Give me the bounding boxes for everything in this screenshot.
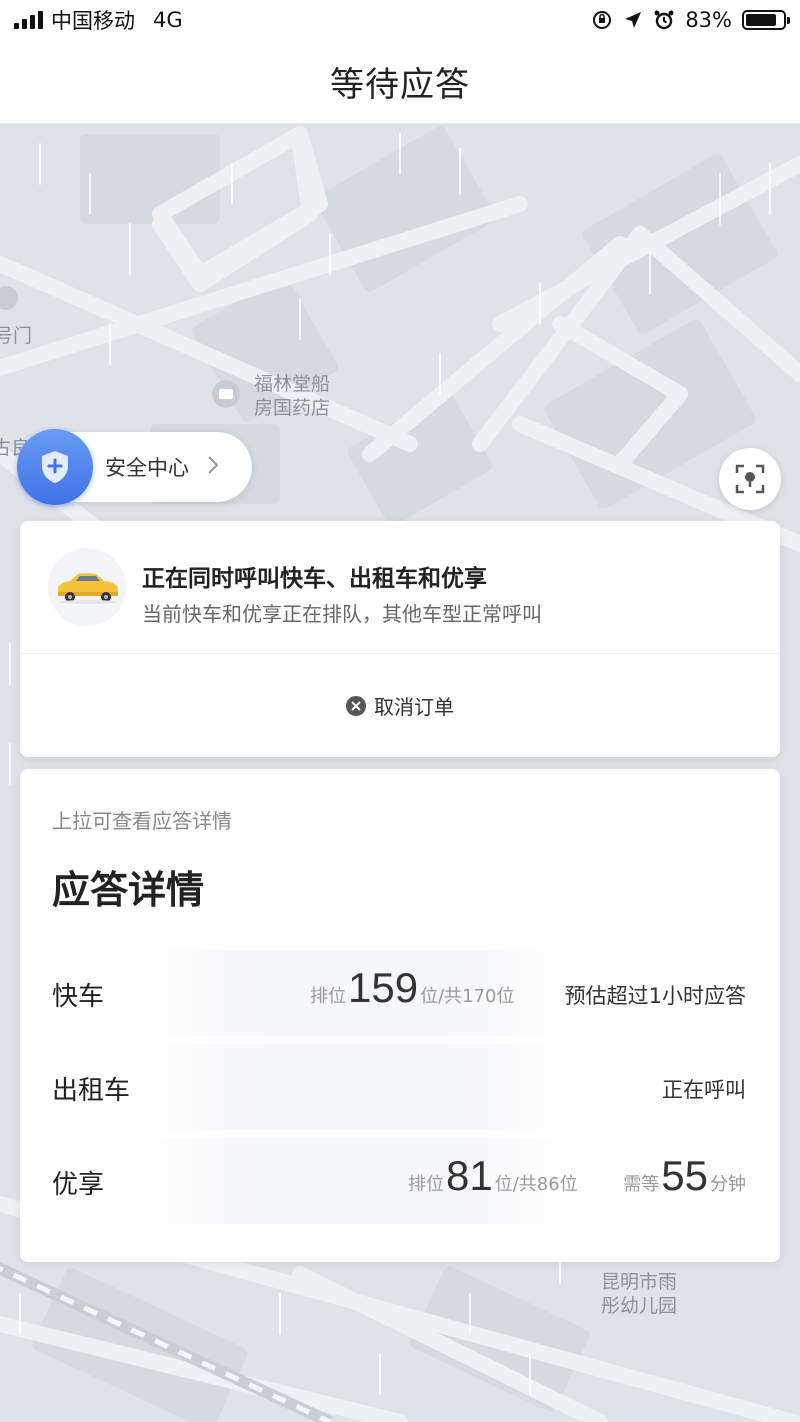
wait-suffix: 分钟 [710,1174,746,1195]
calling-subtitle: 当前快车和优享正在排队，其他车型正常呼叫 [142,602,542,626]
network-type: 4G [153,8,183,32]
queue-position: 排位 159 位/共170位 [310,964,515,1012]
signal-icon [14,11,43,29]
queue-position: 排位 81 位/共86位 [408,1152,578,1200]
queue-number: 159 [348,964,419,1011]
close-circle-icon [346,695,366,716]
taxi-car-icon [48,548,126,626]
row-status: 预估超过1小时应答 [564,984,746,1008]
row-status: 正在呼叫 [662,1078,746,1102]
car-type-name: 出租车 [52,1076,131,1106]
poi-pharmacy-label: 福林堂船 房国药店 [254,373,331,419]
response-details-card[interactable]: 上拉可查看应答详情 应答详情 快车 排位 159 位/共170位 预估超过1小时… [20,769,780,1262]
list-item-express: 快车 排位 159 位/共170位 预估超过1小时应答 [20,950,780,1036]
queue-suffix: 位/共86位 [494,1174,578,1195]
car-type-name: 优享 [52,1170,105,1200]
poi-gate-label: 号门 [0,325,33,347]
wait-number: 55 [661,1152,708,1199]
cancel-order-label: 取消订单 [374,695,454,719]
alarm-icon [654,10,674,30]
queue-number: 81 [446,1152,493,1199]
nav-bar: 等待应答 [0,40,800,124]
details-title: 应答详情 [52,868,205,912]
list-item-taxi: 出租车 正在呼叫 [20,1044,780,1130]
rotation-lock-icon [593,11,612,29]
cancel-order-button[interactable]: 取消订单 [20,654,780,757]
queue-suffix: 位/共170位 [420,986,515,1007]
battery-percent: 83% [685,8,732,32]
locate-icon [735,464,765,494]
locate-me-button[interactable] [719,448,781,510]
queue-prefix: 排位 [408,1174,444,1195]
calling-title: 正在同时呼叫快车、出租车和优享 [142,566,487,592]
pull-up-hint: 上拉可查看应答详情 [52,809,232,833]
shield-icon [17,429,93,505]
calling-status-card: 正在同时呼叫快车、出租车和优享 当前快车和优享正在排队，其他车型正常呼叫 取消订… [20,521,780,757]
poi-kindergarten-label: 昆明市雨 彤幼儿园 [601,1271,678,1317]
page-title: 等待应答 [330,65,470,105]
carrier-name: 中国移动 [51,9,135,33]
queue-prefix: 排位 [310,986,346,1007]
car-type-name: 快车 [52,982,105,1012]
list-item-premium: 优享 排位 81 位/共86位 需等 55 分钟 [20,1138,780,1224]
row-highlight [130,1044,580,1130]
safety-center-label: 安全中心 [105,456,189,480]
status-bar: 中国移动 4G 83% [0,0,800,40]
safety-center-button[interactable]: 安全中心 [17,429,252,505]
battery-icon [742,10,790,30]
location-arrow-icon [625,12,642,28]
wait-prefix: 需等 [623,1174,660,1195]
chevron-right-icon [207,453,219,481]
wait-time: 需等 55 分钟 [623,1152,746,1200]
